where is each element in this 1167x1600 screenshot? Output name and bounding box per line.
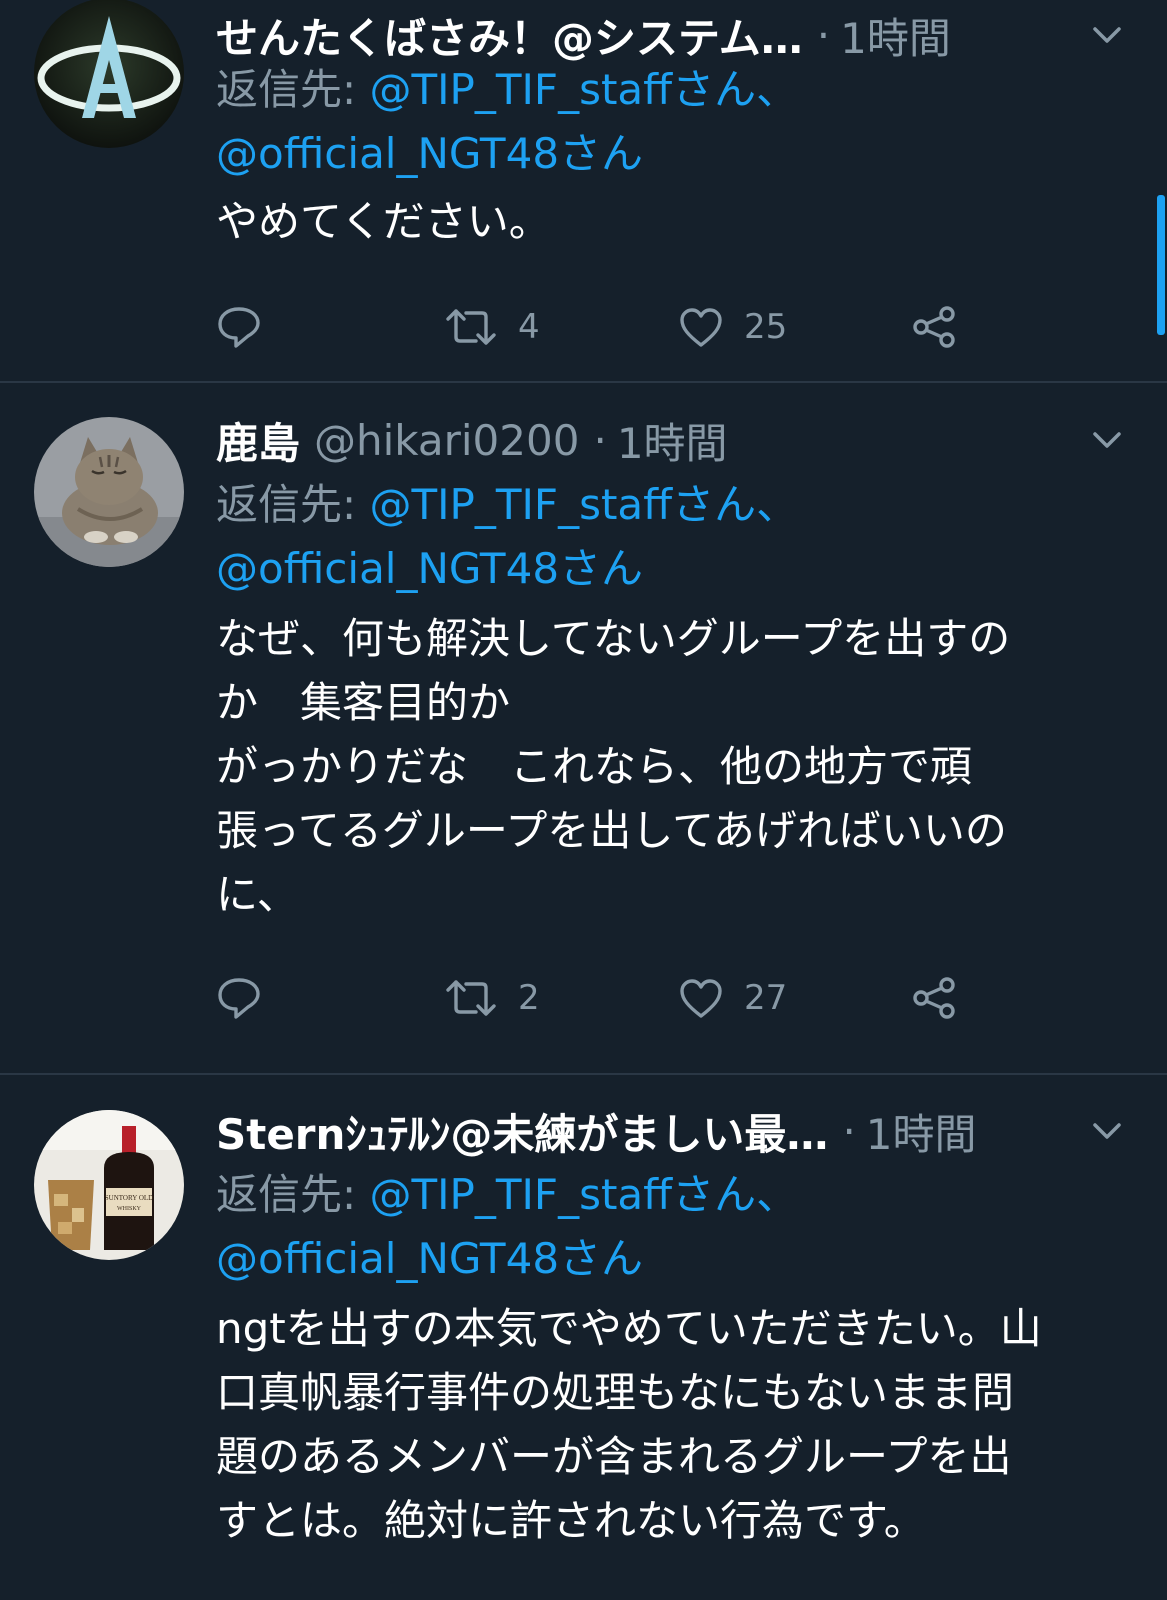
tweet[interactable]: せんたくばさみ！@システム… · 1時間 返信先: @TIP_TIF_staff… xyxy=(0,0,1167,383)
reply-icon xyxy=(218,978,260,1019)
reply-to: 返信先: @TIP_TIF_staffさん、 @official_NGT48さん xyxy=(216,473,1127,601)
retweet-icon xyxy=(446,309,496,345)
share-button[interactable] xyxy=(911,297,957,357)
reply-to: 返信先: @TIP_TIF_staffさん、 @official_NGT48さん xyxy=(216,58,1127,186)
retweet-button[interactable]: 4 xyxy=(444,297,540,357)
like-count: 25 xyxy=(744,307,788,347)
tweet[interactable]: SUNTORY OLD WHISKY Sternｼｭﾃﾙﾝ@未練がましい最… ·… xyxy=(0,1075,1167,1600)
reply-button[interactable] xyxy=(216,968,262,1028)
timestamp[interactable]: 1時間 xyxy=(840,5,951,66)
chevron-down-icon[interactable] xyxy=(1087,15,1127,55)
separator-dot: · xyxy=(816,10,831,60)
tweet-actions: 4 25 xyxy=(216,297,976,357)
like-button[interactable]: 27 xyxy=(678,968,787,1028)
tweet-actions: 2 27 xyxy=(216,968,976,1028)
tweet-text: ngtを出すの本気でやめていただきたい。山 口真帆暴行事件の処理もなにもないまま… xyxy=(216,1304,1042,1545)
like-icon xyxy=(680,979,722,1018)
mention-link[interactable]: @TIP_TIF_staffさん、 xyxy=(370,480,799,529)
separator-dot: · xyxy=(842,1106,856,1156)
reply-icon xyxy=(218,307,260,348)
share-button[interactable] xyxy=(911,968,957,1028)
avatar[interactable] xyxy=(34,0,184,148)
retweet-count: 2 xyxy=(518,978,540,1018)
separator-dot: · xyxy=(593,415,607,465)
svg-text:WHISKY: WHISKY xyxy=(117,1206,142,1212)
chevron-down-icon[interactable] xyxy=(1087,420,1127,460)
timestamp[interactable]: 1時間 xyxy=(866,1101,977,1162)
mention-link[interactable]: @official_NGT48さん xyxy=(216,1234,643,1283)
retweet-count: 4 xyxy=(518,307,540,347)
reply-to: 返信先: @TIP_TIF_staffさん、 @official_NGT48さん xyxy=(216,1163,1127,1291)
reply-button[interactable] xyxy=(216,297,262,357)
tweet-header: 鹿島 @hikari0200 · 1時間 xyxy=(216,405,1127,475)
chevron-down-icon[interactable] xyxy=(1087,1111,1127,1151)
like-button[interactable]: 25 xyxy=(678,297,787,357)
display-name[interactable]: Sternｼｭﾃﾙﾝ@未練がましい最… xyxy=(216,1101,828,1162)
tweet-text: なぜ、何も解決してないグループを出すの か 集客目的か がっかりだな これなら、… xyxy=(216,614,1011,919)
scrollbar[interactable] xyxy=(1157,195,1165,335)
timestamp[interactable]: 1時間 xyxy=(617,410,728,471)
svg-text:SUNTORY OLD: SUNTORY OLD xyxy=(105,1194,153,1202)
tweet-header: Sternｼｭﾃﾙﾝ@未練がましい最… · 1時間 xyxy=(216,1096,1127,1166)
display-name[interactable]: 鹿島 xyxy=(216,410,300,471)
retweet-icon xyxy=(446,980,496,1016)
mention-link[interactable]: @official_NGT48さん xyxy=(216,544,643,593)
like-icon xyxy=(680,308,722,347)
timeline: せんたくばさみ！@システム… · 1時間 返信先: @TIP_TIF_staff… xyxy=(0,0,1167,1600)
user-handle[interactable]: @hikari0200 xyxy=(314,416,579,465)
tweet[interactable]: 鹿島 @hikari0200 · 1時間 返信先: @TIP_TIF_staff… xyxy=(0,383,1167,1075)
share-icon xyxy=(913,306,955,348)
mention-link[interactable]: @TIP_TIF_staffさん、 xyxy=(370,65,799,114)
retweet-button[interactable]: 2 xyxy=(444,968,540,1028)
mention-link[interactable]: @official_NGT48さん xyxy=(216,129,643,178)
reply-to-label: 返信先: xyxy=(216,65,370,114)
share-icon xyxy=(913,977,955,1019)
reply-to-label: 返信先: xyxy=(216,1170,370,1219)
like-count: 27 xyxy=(744,978,788,1018)
avatar[interactable] xyxy=(34,417,184,567)
avatar[interactable]: SUNTORY OLD WHISKY xyxy=(34,1110,184,1260)
display-name[interactable]: せんたくばさみ！@システム… xyxy=(216,5,803,66)
tweet-text: やめてください。 xyxy=(216,197,551,246)
mention-link[interactable]: @TIP_TIF_staffさん、 xyxy=(370,1170,799,1219)
reply-to-label: 返信先: xyxy=(216,480,370,529)
